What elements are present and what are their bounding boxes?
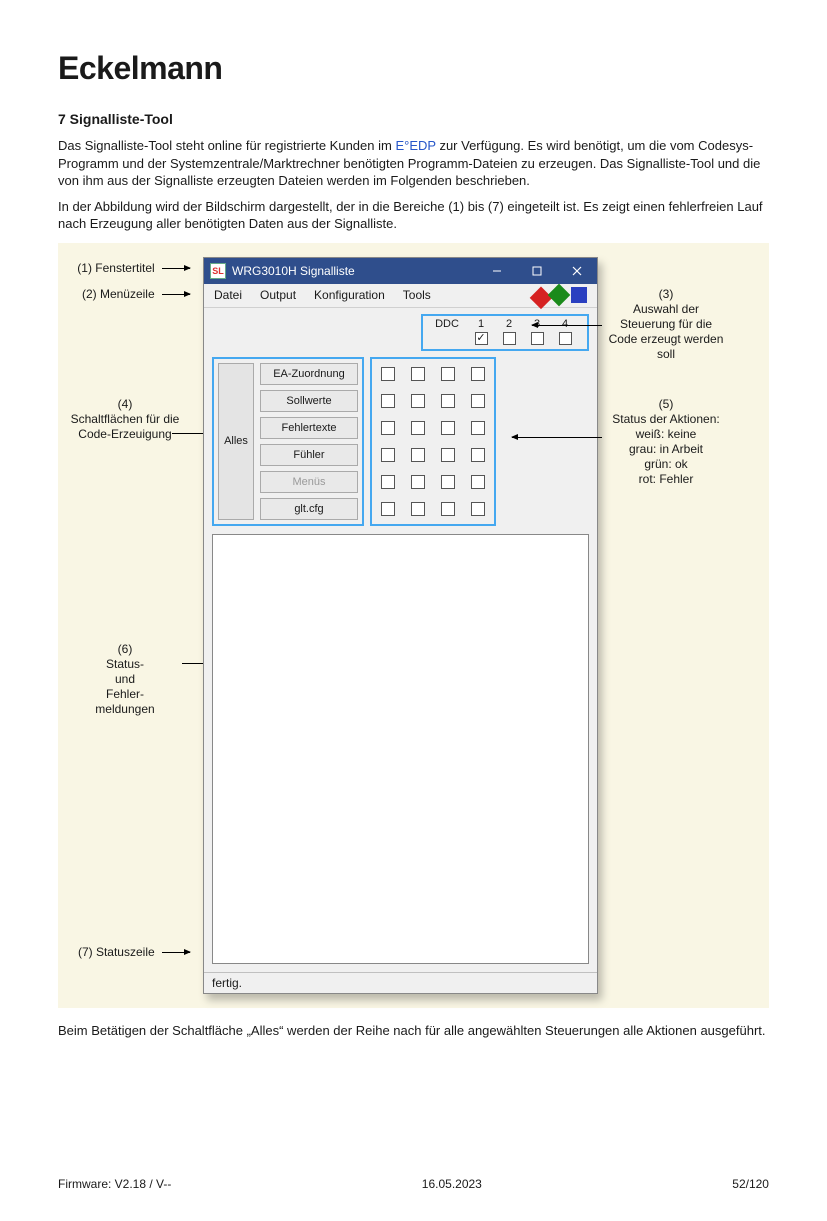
statusbar: fertig. [204, 972, 597, 993]
maximize-button[interactable] [517, 258, 557, 284]
window-title: WRG3010H Signalliste [232, 264, 477, 278]
menu-konfiguration[interactable]: Konfiguration [314, 288, 385, 302]
eedp-link[interactable]: E°EDP [395, 138, 435, 153]
brand-logo: Eckelmann [58, 50, 769, 87]
page-footer: Firmware: V2.18 / V-- 16.05.2023 52/120 [0, 1177, 827, 1221]
annot-3-title: (3) [606, 287, 726, 302]
ddc-col-1: 1 [467, 318, 495, 330]
annot-7: (7) Statuszeile [78, 945, 155, 959]
annot-6: (6) Status- und Fehler- meldungen [95, 642, 154, 716]
log-textarea[interactable] [212, 534, 589, 964]
ddc-col-4: 4 [551, 318, 579, 330]
figure-container: (1) Fenstertitel (2) Menüzeile (4) Schal… [58, 243, 769, 1008]
status-box [441, 475, 455, 489]
action-sollwerte[interactable]: Sollwerte [260, 390, 358, 412]
app-window: SL WRG3010H Signalliste Datei Output [203, 257, 598, 994]
annot-1: (1) Fenstertitel [77, 261, 154, 275]
status-box [381, 502, 395, 516]
status-box [411, 367, 425, 381]
action-menues[interactable]: Menüs [260, 471, 358, 493]
action-ea-zuordnung[interactable]: EA-Zuordnung [260, 363, 358, 385]
annot-5-l3: grün: ok [606, 457, 726, 472]
arrow-icon [162, 952, 190, 953]
ddc-col-2: 2 [495, 318, 523, 330]
footer-date: 16.05.2023 [422, 1177, 482, 1191]
ddc-check-4[interactable] [559, 332, 572, 345]
annot-5-l1: weiß: keine [606, 427, 726, 442]
intro-paragraph-2: In der Abbildung wird der Bildschirm dar… [58, 198, 769, 233]
close-button[interactable] [557, 258, 597, 284]
status-box [471, 421, 485, 435]
status-box [471, 367, 485, 381]
status-box [411, 394, 425, 408]
flag-red-icon[interactable] [530, 287, 553, 310]
minimize-button[interactable] [477, 258, 517, 284]
status-box [471, 475, 485, 489]
status-box [441, 502, 455, 516]
action-gltcfg[interactable]: glt.cfg [260, 498, 358, 520]
alles-button[interactable]: Alles [218, 363, 254, 520]
annot-5-title: (5) [606, 397, 726, 412]
annot-3-body: Auswahl der Steuerung für die Code erzeu… [606, 302, 726, 362]
menubar: Datei Output Konfiguration Tools [204, 284, 597, 308]
status-box [381, 475, 395, 489]
ddc-selector: DDC 1 2 3 4 [421, 314, 589, 351]
section-heading: 7 Signalliste-Tool [58, 111, 769, 127]
annot-4-title: (4) [70, 397, 180, 412]
footer-page-number: 52/120 [732, 1177, 769, 1191]
status-box [441, 367, 455, 381]
annot-5-l4: rot: Fehler [606, 472, 726, 487]
status-box [381, 394, 395, 408]
flag-green-icon[interactable] [548, 284, 571, 307]
action-fehlertexte[interactable]: Fehlertexte [260, 417, 358, 439]
status-box [381, 367, 395, 381]
status-box [411, 475, 425, 489]
menu-datei[interactable]: Datei [214, 288, 242, 302]
status-box [441, 448, 455, 462]
status-box [411, 448, 425, 462]
action-fuehler[interactable]: Fühler [260, 444, 358, 466]
para1-text-a: Das Signalliste-Tool steht online für re… [58, 138, 395, 153]
arrow-icon [532, 325, 602, 326]
annot-4-body: Schaltflächen für die Code-Erzeuigung [70, 412, 180, 442]
ddc-label: DDC [427, 318, 467, 330]
annot-2: (2) Menüzeile [82, 287, 155, 301]
menu-tools[interactable]: Tools [403, 288, 431, 302]
outro-paragraph: Beim Betätigen der Schaltfläche „Alles“ … [58, 1022, 769, 1040]
status-box [411, 502, 425, 516]
status-box [441, 421, 455, 435]
annot-5-body: Status der Aktionen: [606, 412, 726, 427]
titlebar: SL WRG3010H Signalliste [204, 258, 597, 284]
arrow-icon [512, 437, 602, 438]
footer-firmware: Firmware: V2.18 / V-- [58, 1177, 171, 1191]
arrow-icon [162, 268, 190, 269]
app-icon: SL [210, 263, 226, 279]
ddc-check-3[interactable] [531, 332, 544, 345]
menu-output[interactable]: Output [260, 288, 296, 302]
status-box [381, 448, 395, 462]
ddc-check-1[interactable] [475, 332, 488, 345]
flag-blue-icon[interactable] [571, 287, 587, 303]
status-box [471, 502, 485, 516]
action-button-group: Alles EA-Zuordnung Sollwerte Fehlertexte… [212, 357, 364, 526]
status-box [471, 394, 485, 408]
status-box [411, 421, 425, 435]
status-box [381, 421, 395, 435]
status-box [471, 448, 485, 462]
arrow-icon [162, 294, 190, 295]
status-box [441, 394, 455, 408]
intro-paragraph-1: Das Signalliste-Tool steht online für re… [58, 137, 769, 190]
status-grid [370, 357, 496, 526]
ddc-check-2[interactable] [503, 332, 516, 345]
annot-5-l2: grau: in Arbeit [606, 442, 726, 457]
